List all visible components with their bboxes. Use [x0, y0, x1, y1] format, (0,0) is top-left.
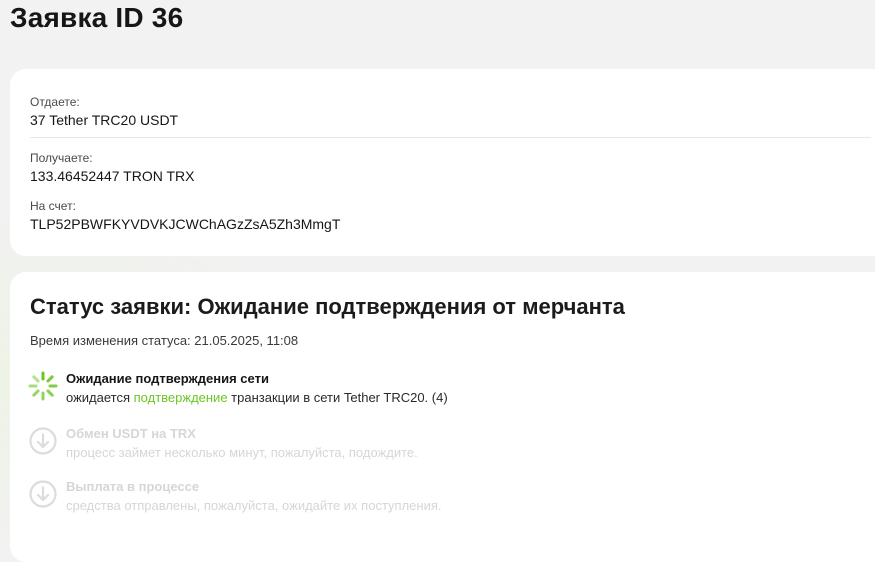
status-time: Время изменения статуса: 21.05.2025, 11:…: [30, 333, 299, 348]
receive-value: 133.46452447 TRON TRX: [30, 168, 195, 184]
step-title: Выплата в процессе: [66, 479, 200, 494]
order-details-card: Отдаете: 37 Tether TRC20 USDT Получаете:…: [10, 69, 875, 256]
step-description: процесс займет несколько минут, пожалуйс…: [66, 445, 418, 460]
receive-field: Получаете: 133.46452447 TRON TRX: [30, 151, 194, 185]
account-label: На счет:: [30, 199, 76, 213]
step-text: Обмен USDT на TRX процесс займет несколь…: [66, 426, 418, 461]
step-description: средства отправлены, пожалуйста, ожидайт…: [66, 498, 442, 513]
give-value: 37 Tether TRC20 USDT: [30, 112, 179, 128]
step-title: Обмен USDT на TRX: [66, 426, 196, 441]
spinner-icon: [28, 371, 58, 401]
step-payout: Выплата в процессе средства отправлены, …: [28, 479, 628, 519]
step-description: ожидается подтверждение транзакции в сет…: [66, 389, 448, 406]
step-desc-before: ожидается: [66, 390, 134, 405]
arrow-down-circle-icon: [28, 479, 58, 509]
step-exchange: Обмен USDT на TRX процесс займет несколь…: [28, 426, 628, 466]
give-label: Отдаете:: [30, 95, 80, 109]
step-title: Ожидание подтверждения сети: [66, 371, 269, 386]
details-divider: [30, 137, 871, 138]
receive-label: Получаете:: [30, 151, 93, 165]
account-value: TLP52PBWFKYVDVKJCWChAGzZsA5Zh3MmgT: [30, 216, 341, 232]
step-desc-after: транзакции в сети Tether TRC20. (4): [227, 390, 448, 405]
account-field: На счет: TLP52PBWFKYVDVKJCWChAGzZsA5Zh3M…: [30, 199, 340, 233]
status-title: Статус заявки: Ожидание подтверждения от…: [30, 294, 625, 319]
arrow-down-circle-icon: [28, 426, 58, 456]
give-field: Отдаете: 37 Tether TRC20 USDT: [30, 95, 178, 129]
step-network-confirmation: Ожидание подтверждения сети ожидается по…: [28, 371, 628, 411]
step-text: Выплата в процессе средства отправлены, …: [66, 479, 442, 514]
page-title: Заявка ID 36: [10, 2, 184, 33]
order-status-card: Статус заявки: Ожидание подтверждения от…: [10, 272, 875, 562]
confirmation-link[interactable]: подтверждение: [134, 390, 228, 405]
step-text: Ожидание подтверждения сети ожидается по…: [66, 371, 448, 406]
